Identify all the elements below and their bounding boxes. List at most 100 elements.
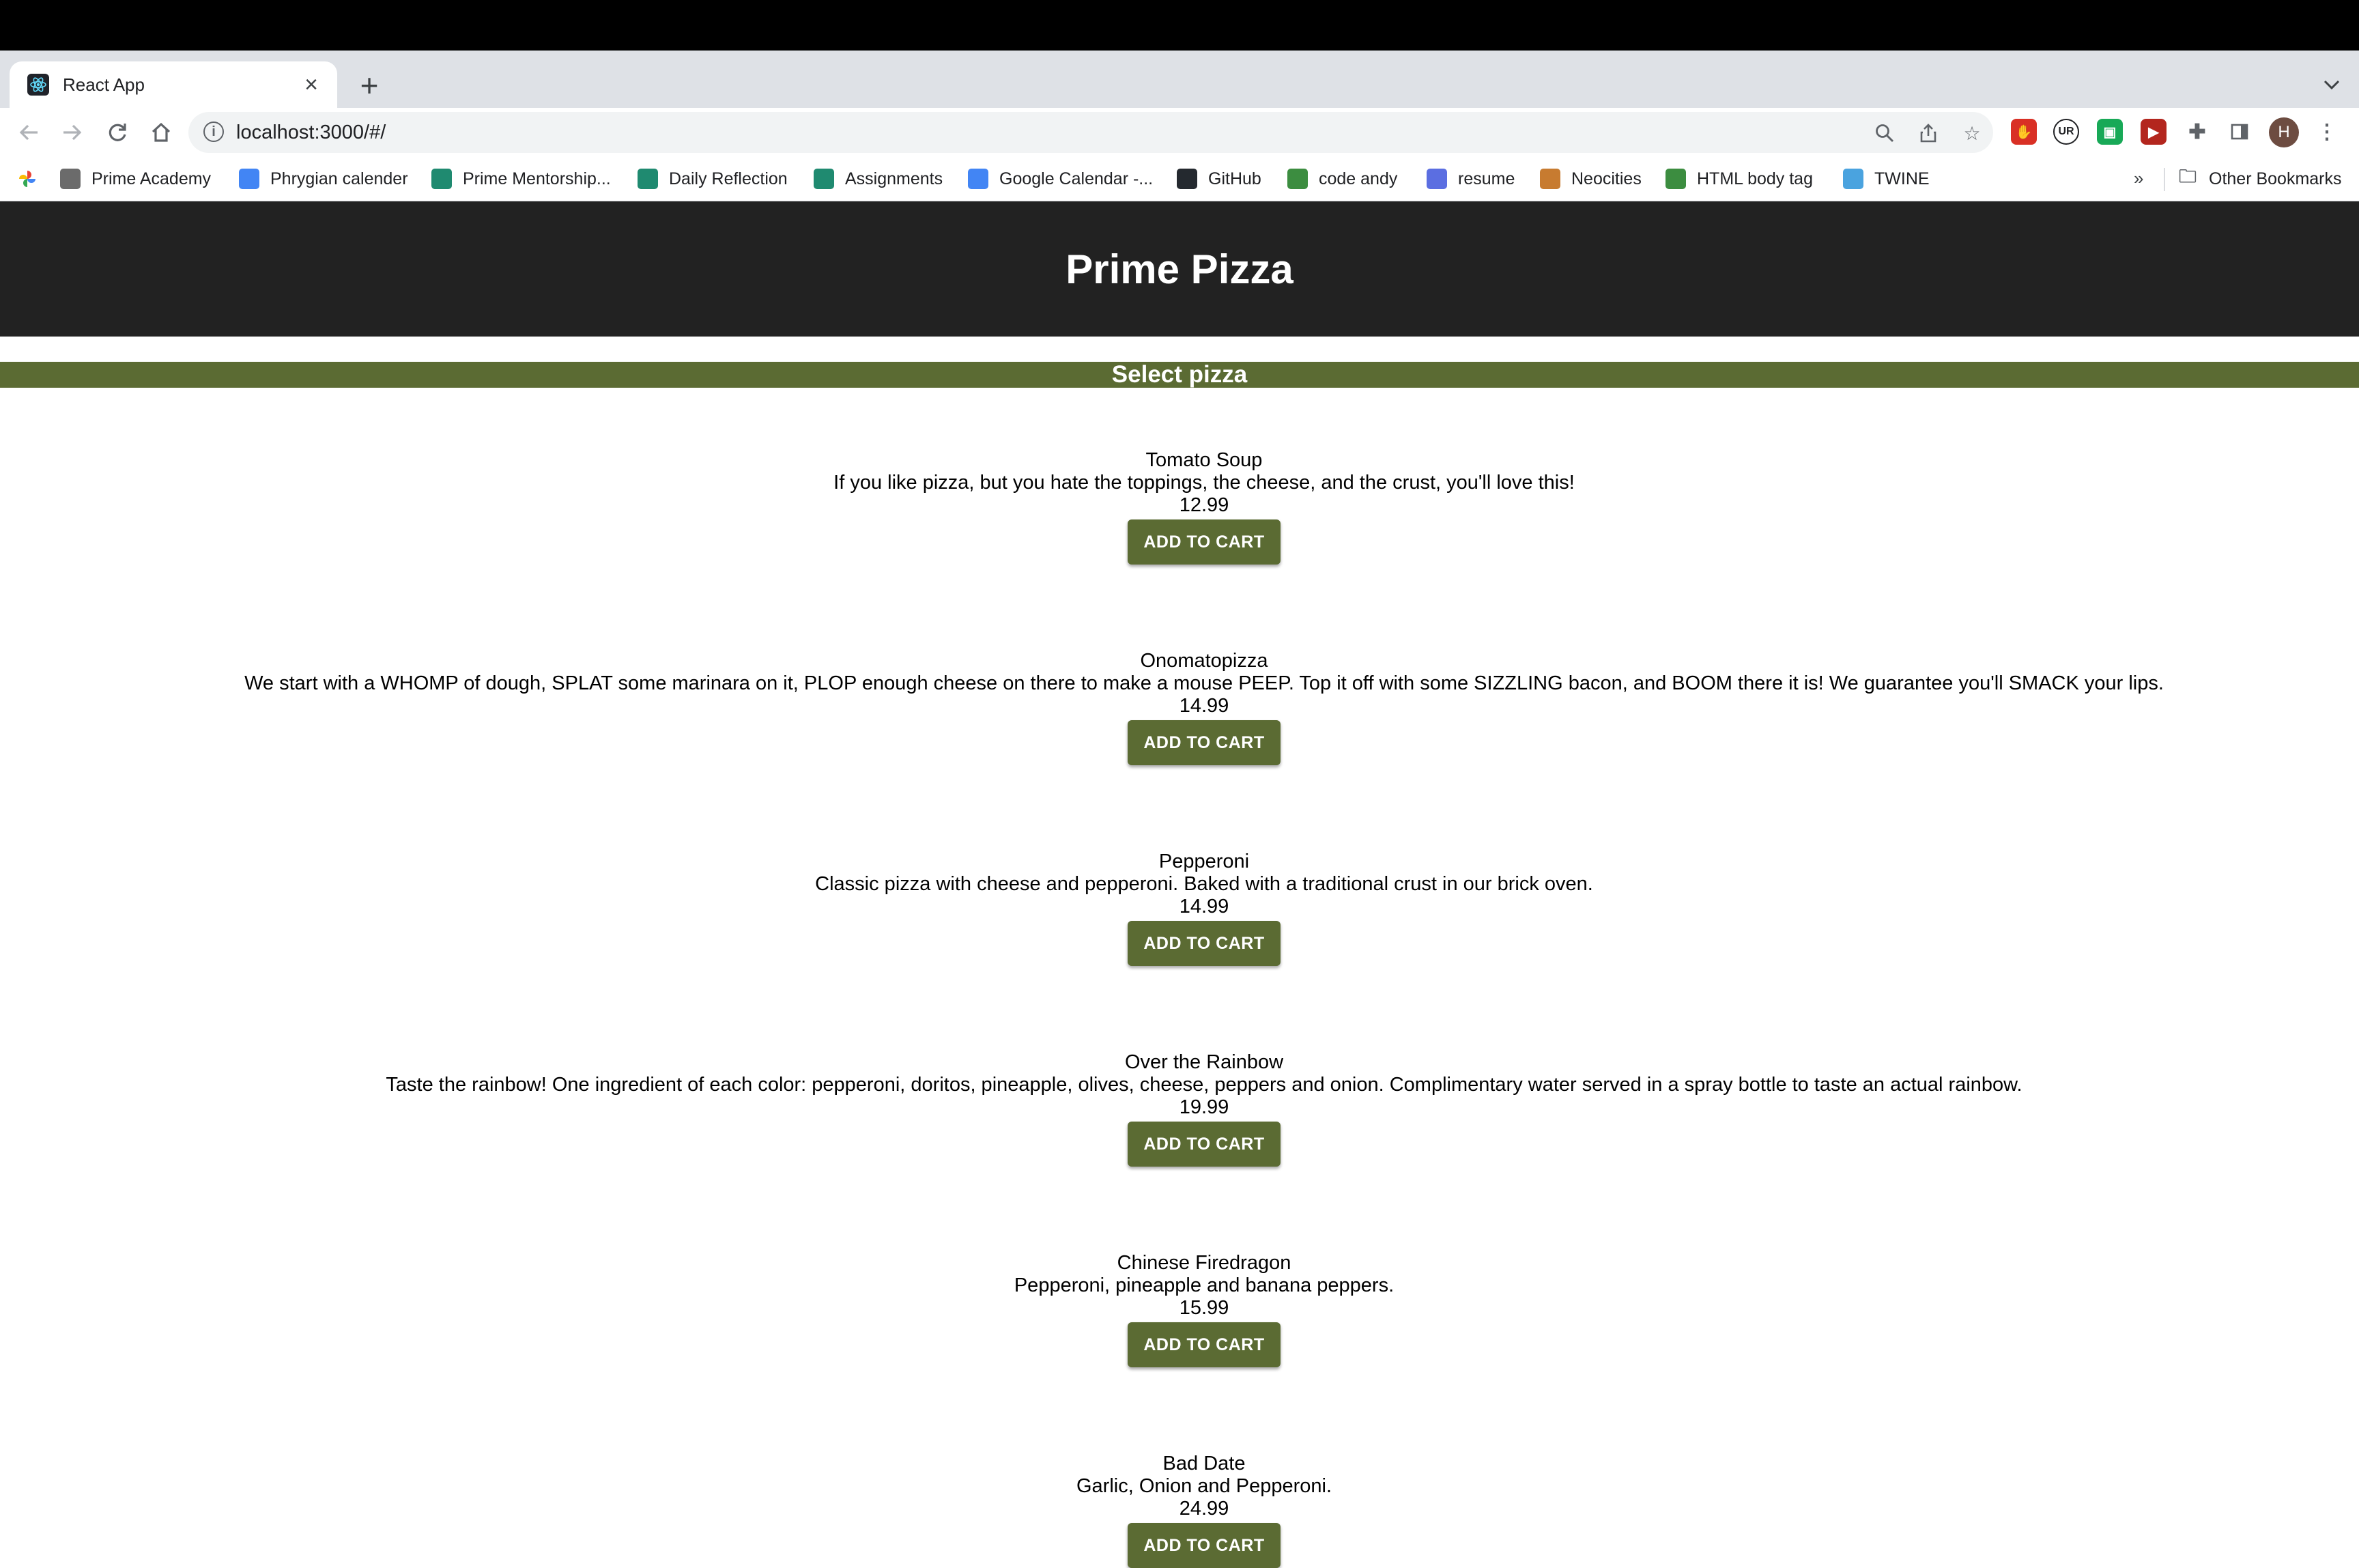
w-icon [1665,169,1686,189]
bookmark-label: Phrygian calender [270,169,408,188]
profile-avatar[interactable]: H [2269,117,2299,147]
pizza-name: Bad Date [1162,1453,1246,1474]
more-menu-icon[interactable]: ⋮ [2314,119,2340,145]
pizza-description: We start with a WHOMP of dough, SPLAT so… [244,672,2164,694]
bookmarks-divider [2164,168,2165,191]
app-header: Prime Pizza [0,201,2359,337]
bookmark-item[interactable]: Prime Mentorship... [431,167,611,191]
tab-title: React App [63,74,145,95]
document-icon [638,169,658,189]
bookmark-label: Prime Academy [91,169,212,188]
extension-hand-icon[interactable]: ✋ [2011,119,2037,145]
document-icon [431,169,452,189]
bookmark-label: HTML body tag [1697,169,1813,188]
pizza-item: Pepperoni Classic pizza with cheese and p… [0,851,2359,966]
bookmark-label: code andy [1319,169,1398,188]
address-bar[interactable]: i localhost:3000/#/ ☆ [188,112,1993,153]
add-to-cart-button[interactable]: ADD TO CART [1128,921,1281,966]
w-icon [1287,169,1308,189]
bookmark-label: resume [1458,169,1515,188]
add-to-cart-button[interactable]: ADD TO CART [1128,720,1281,765]
document-icon [814,169,834,189]
bookmark-item[interactable]: code andy [1287,167,1397,191]
browser-tab[interactable]: React App × [10,61,337,108]
pizza-price: 24.99 [1179,1498,1229,1520]
bookmark-item[interactable]: Prime Academy [60,167,211,191]
back-arrow-icon[interactable] [11,115,46,150]
folder-icon: 🗀 [2177,166,2198,189]
share-icon[interactable] [1914,119,1943,147]
url-text[interactable]: localhost:3000/#/ [236,122,386,144]
more-bookmarks-chevron[interactable]: » [2134,168,2143,189]
pizza-description: Pepperoni, pineapple and banana peppers. [1014,1274,1395,1296]
tab-strip: React App × + [0,51,2359,108]
pizza-item: Onomatopizza We start with a WHOMP of dou… [0,650,2359,765]
pizza-name: Onomatopizza [1140,650,1268,672]
pizza-name: Pepperoni [1158,851,1250,872]
bookmark-item[interactable]: TWINE [1843,167,1930,191]
section-header: Select pizza [0,361,2359,388]
bookmark-item[interactable]: HTML body tag [1665,167,1813,191]
pizza-name: Over the Rainbow [1124,1051,1284,1073]
site-info-icon[interactable]: i [203,122,224,142]
pizza-description: Classic pizza with cheese and pepperoni.… [815,873,1593,895]
pizza-item: Tomato Soup If you like pizza, but you ha… [0,449,2359,565]
pizza-item: Chinese Firedragon Pepperoni, pineapple a… [0,1252,2359,1367]
zoom-icon[interactable] [1870,119,1899,147]
forward-arrow-icon[interactable] [55,115,90,150]
photo-icon [60,169,81,189]
pizza-name: Tomato Soup [1145,449,1263,471]
pizza-name: Chinese Firedragon [1117,1252,1291,1274]
extension-video-icon[interactable]: ▶ [2141,119,2167,145]
bookmarks-bar: Prime Academy Phrygian calender Prime Ment… [0,157,2359,201]
side-panel-icon[interactable] [2227,119,2253,145]
bookmark-label: TWINE [1874,169,1930,188]
bookmark-label: Prime Mentorship... [463,169,611,188]
bookmark-label: Google Calendar -... [999,169,1154,188]
add-to-cart-button[interactable]: ADD TO CART [1128,1523,1281,1568]
github-icon [1177,169,1197,189]
section-title: Select pizza [1111,361,1248,388]
bookmark-item[interactable]: resume [1427,167,1515,191]
bookmark-label: Daily Reflection [669,169,788,188]
pizza-description: Garlic, Onion and Pepperoni. [1076,1475,1332,1497]
extension-robot-icon[interactable]: ▣ [2097,119,2123,145]
bookmark-label: Neocities [1571,169,1642,188]
tab-search-chevron-icon[interactable] [2318,71,2345,98]
new-tab-icon[interactable]: + [351,67,388,104]
calendar-icon [239,169,259,189]
close-tab-icon[interactable]: × [298,71,325,98]
calendar-icon [968,169,988,189]
bookmark-item[interactable]: Assignments [814,167,943,191]
browser-toolbar: i localhost:3000/#/ ☆ ✋ UR ▣ ▶ ✚ H ⋮ [0,108,2359,157]
add-to-cart-button[interactable]: ADD TO CART [1128,1122,1281,1167]
pizza-price: 19.99 [1179,1096,1229,1118]
bookmark-label: GitHub [1208,169,1261,188]
photos-bookmark-icon[interactable] [16,167,38,191]
add-to-cart-button[interactable]: ADD TO CART [1128,1322,1281,1367]
other-bookmarks[interactable]: 🗀 Other Bookmarks [2177,166,2342,191]
extensions-puzzle-icon[interactable]: ✚ [2184,119,2210,145]
flag-icon [1843,169,1863,189]
pizza-price: 14.99 [1179,896,1229,917]
extension-ur-icon[interactable]: UR [2053,119,2079,145]
bookmark-item[interactable]: Neocities [1540,167,1642,191]
pizza-description: Taste the rainbow! One ingredient of eac… [386,1074,2022,1096]
bookmark-item[interactable]: Google Calendar -... [968,167,1153,191]
react-icon [27,74,49,96]
screen-top-bar [0,0,2359,51]
reload-icon[interactable] [100,115,135,150]
pizza-item: Over the Rainbow Taste the rainbow! One i… [0,1051,2359,1167]
pizza-description: If you like pizza, but you hate the topp… [833,472,1575,494]
bookmark-item[interactable]: GitHub [1177,167,1261,191]
home-icon[interactable] [143,115,179,150]
bookmark-item[interactable]: Phrygian calender [239,167,408,191]
bookmark-star-icon[interactable]: ☆ [1958,119,1986,147]
add-to-cart-button[interactable]: ADD TO CART [1128,519,1281,565]
pizza-price: 12.99 [1179,494,1229,516]
globe-icon [1427,169,1447,189]
cat-icon [1540,169,1560,189]
bookmark-label: Assignments [845,169,943,188]
bookmark-item[interactable]: Daily Reflection [638,167,788,191]
pizza-price: 15.99 [1179,1297,1229,1319]
